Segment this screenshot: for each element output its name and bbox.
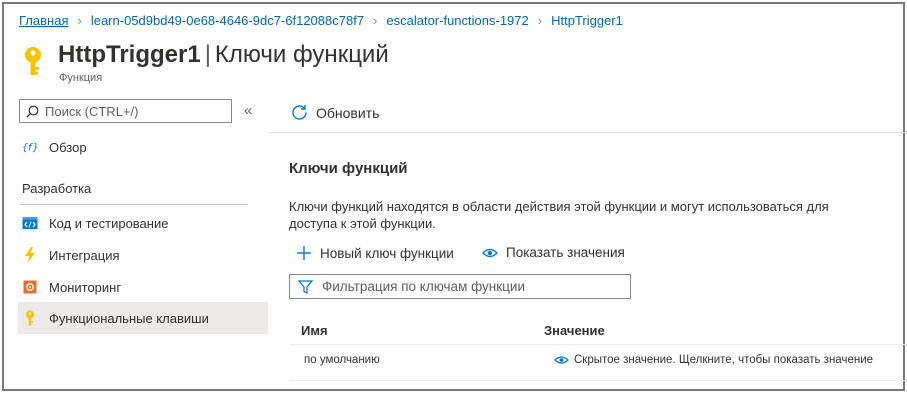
key-icon [25, 47, 41, 75]
svg-text:{f: {f [22, 143, 33, 154]
page-subtitle: Функция [59, 72, 103, 84]
table-header-divider [289, 344, 907, 345]
breadcrumb-function-app-link[interactable]: escalator-functions-1972 [386, 13, 528, 28]
collapse-sidebar-button[interactable]: « [244, 102, 252, 119]
monitor-icon [22, 279, 38, 295]
breadcrumb-home-link[interactable]: Главная [19, 13, 68, 28]
key-filter[interactable] [289, 274, 631, 299]
sidebar-divider [20, 204, 248, 205]
sidebar-item-label: Код и тестирование [49, 215, 169, 231]
sidebar-item-function-keys[interactable]: Функциональные клавиши [18, 302, 268, 334]
show-values-button[interactable]: Показать значения [482, 245, 625, 260]
plus-icon [297, 246, 311, 260]
sidebar-search[interactable] [19, 99, 232, 123]
key-name-cell[interactable]: по умолчанию [304, 354, 380, 366]
sidebar-item-integration[interactable]: Интеграция [18, 239, 268, 271]
new-key-label: Новый ключ функции [320, 245, 454, 261]
breadcrumb-function-link[interactable]: HttpTrigger1 [551, 13, 623, 28]
page-title-section: Ключи функций [214, 41, 389, 68]
search-input[interactable] [45, 103, 225, 119]
eye-icon [482, 248, 498, 257]
refresh-icon [292, 105, 307, 120]
refresh-label: Обновить [316, 104, 380, 121]
sidebar-item-label: Интеграция [49, 247, 120, 263]
page-title-function: HttpTrigger1 [58, 41, 201, 68]
eye-icon [554, 356, 569, 364]
code-icon [22, 215, 38, 231]
sidebar-item-label: Обзор [49, 139, 87, 155]
refresh-button[interactable]: Обновить [291, 104, 379, 121]
chevron-right-icon: › [373, 13, 378, 28]
app-window: Главная › learn-05d9bd49-0e68-4646-9dc7-… [2, 2, 907, 391]
breadcrumb-resource-group-link[interactable]: learn-05d9bd49-0e68-4646-9dc7-6f12088c78… [91, 13, 364, 28]
sidebar-item-label: Функциональные клавиши [49, 310, 209, 326]
function-icon: {f } [22, 139, 38, 155]
search-icon [26, 105, 39, 117]
chevron-right-icon: › [537, 13, 543, 28]
sidebar-item-overview[interactable]: {f } Обзор [18, 131, 268, 163]
section-title: Ключи функций [289, 160, 408, 177]
sidebar-item-label: Мониторинг [49, 279, 122, 295]
toolbar-divider [268, 132, 907, 133]
column-header-name[interactable]: Имя [301, 323, 328, 338]
table-row-divider [289, 380, 907, 381]
hidden-value-text: Скрытое значение. Щелкните, чтобы показа… [574, 354, 874, 366]
lightning-icon [22, 247, 38, 263]
title-separator: | [204, 41, 211, 68]
page-title: HttpTrigger1 | Ключи функций [58, 41, 389, 69]
chevron-right-icon: › [77, 13, 82, 28]
section-description: Ключи функций находятся в области действ… [289, 199, 829, 231]
key-icon [22, 310, 38, 326]
svg-text:}: } [33, 143, 38, 154]
show-values-label: Показать значения [506, 245, 625, 260]
sidebar-item-monitoring[interactable]: Мониторинг [18, 271, 268, 303]
sidebar-section-heading: Разработка [22, 181, 92, 196]
new-key-button[interactable]: Новый ключ функции [296, 245, 454, 261]
breadcrumb: Главная › learn-05d9bd49-0e68-4646-9dc7-… [19, 13, 623, 28]
filter-icon [298, 279, 313, 294]
filter-input[interactable] [322, 279, 622, 294]
sidebar-item-code-test[interactable]: Код и тестирование [18, 207, 268, 239]
show-hidden-value-link[interactable]: Скрытое значение. Щелкните, чтобы показа… [554, 354, 873, 366]
column-header-value[interactable]: Значение [544, 323, 605, 338]
